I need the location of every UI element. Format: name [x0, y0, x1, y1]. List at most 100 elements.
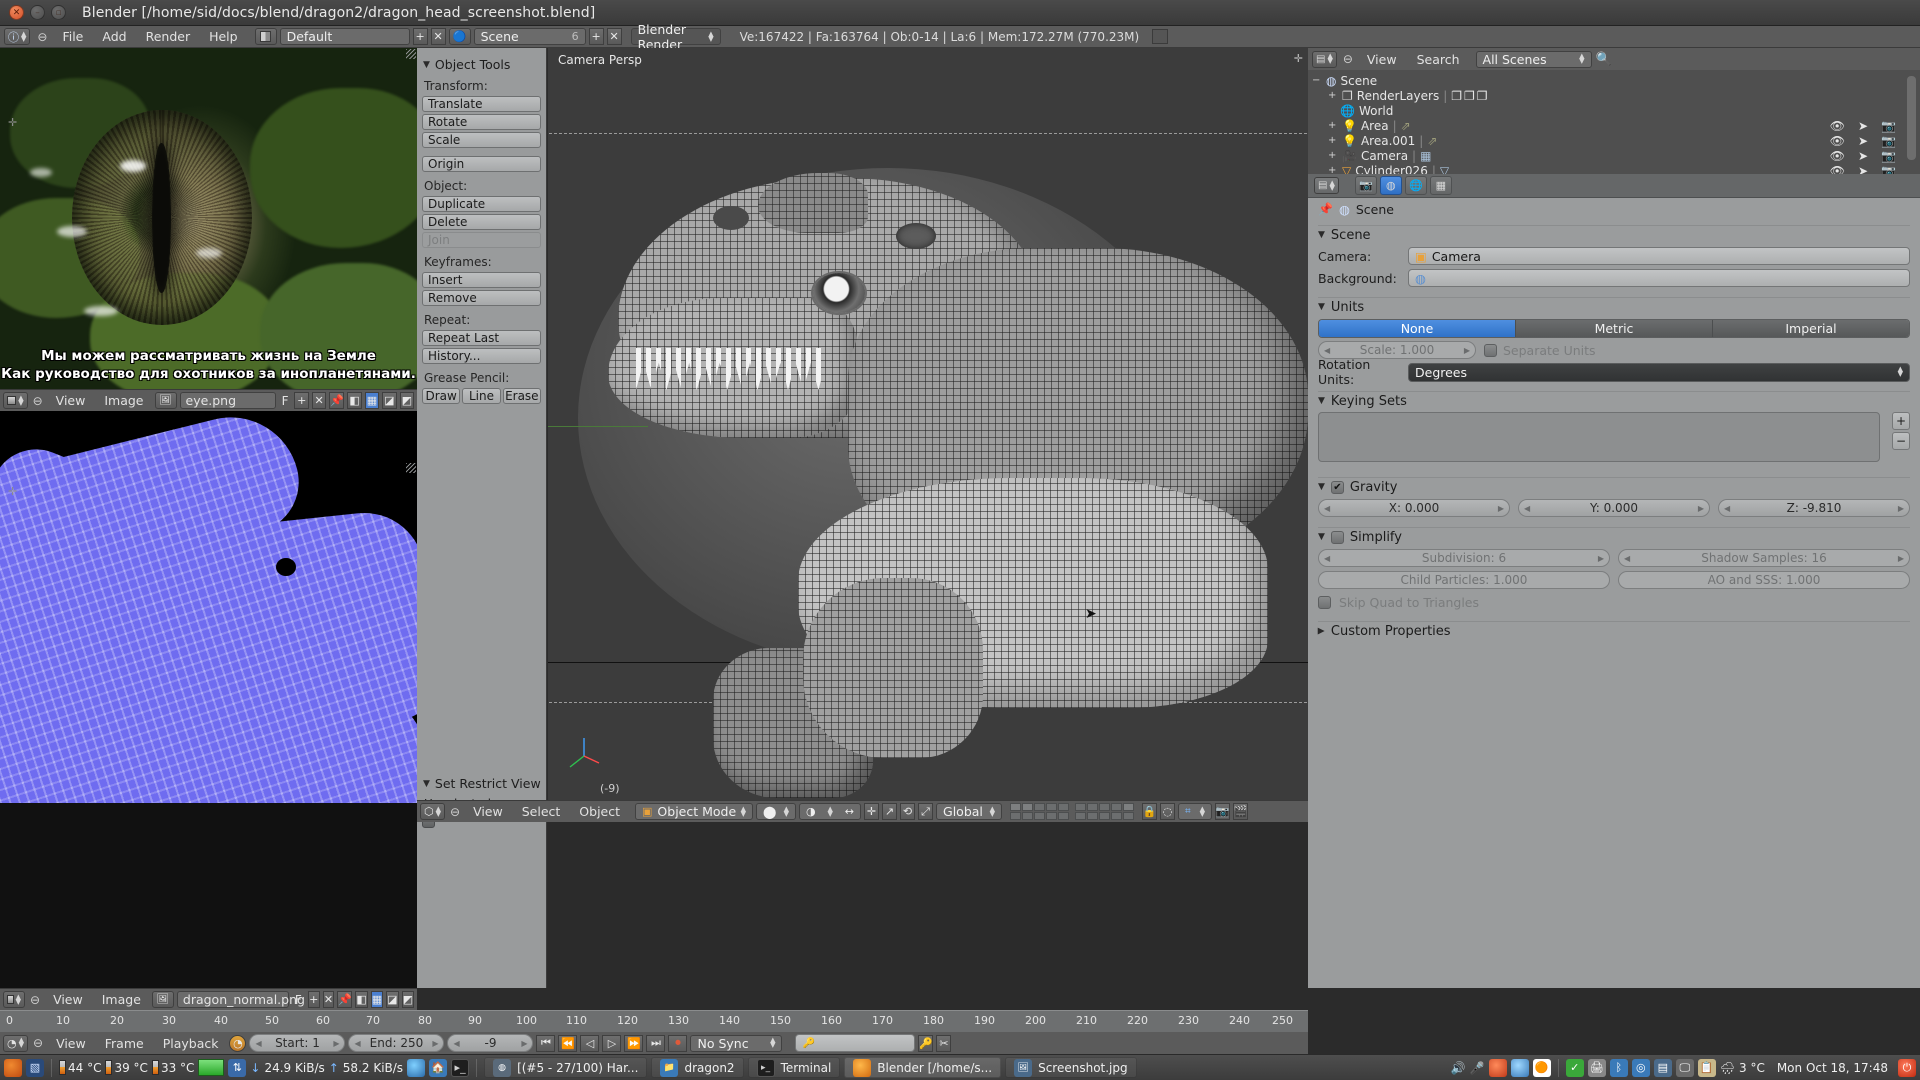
scale-manipulator-icon[interactable]: ⤢ — [918, 803, 934, 820]
units-option-imperial[interactable]: Imperial — [1713, 319, 1909, 337]
restrict-select-icon[interactable]: ➤ — [1858, 134, 1868, 148]
active-keying-set-field[interactable]: 🔑 — [795, 1034, 916, 1052]
tab-render[interactable]: 📷 — [1354, 176, 1377, 195]
expander-icon[interactable]: − — [1312, 75, 1322, 86]
tool-remove-keyframe[interactable]: Remove — [422, 290, 541, 306]
outliner-row-scene[interactable]: − ◍ Scene — [1312, 73, 1920, 88]
menu-help[interactable]: Help — [201, 28, 246, 45]
editor-type-icon-image-bottom[interactable]: ▲ ▼ — [3, 991, 25, 1008]
scene-layers-grid[interactable] — [1010, 803, 1135, 820]
lock-view-icon[interactable]: 🔒 — [1142, 803, 1158, 820]
simplify-checkbox[interactable] — [1330, 530, 1344, 544]
timer-icon[interactable] — [1488, 1058, 1507, 1077]
expander-icon[interactable]: + — [1328, 120, 1338, 131]
3d-viewport[interactable]: Camera Persp ✛ (-9) ➤ — [548, 48, 1308, 800]
units-system-segmented[interactable]: None Metric Imperial — [1318, 318, 1910, 338]
image-name-field-bottom[interactable]: dragon_normal.png — [176, 991, 305, 1008]
menu-add[interactable]: Add — [94, 28, 134, 45]
collapse-header-icon-top[interactable]: ⊖ — [31, 394, 45, 408]
expander-icon[interactable]: + — [1328, 135, 1338, 146]
image-browse-icon-top[interactable]: 🖼 — [154, 392, 177, 409]
clock[interactable]: Mon Oct 18, 17:48 — [1777, 1061, 1888, 1075]
restrict-select-icon[interactable]: ➤ — [1858, 164, 1868, 175]
keying-sets-header[interactable]: ▼ Keying Sets — [1318, 391, 1910, 410]
image-browse-icon-bottom[interactable]: 🖼 — [151, 991, 174, 1008]
editor-type-icon-image-top[interactable]: ▲ ▼ — [3, 392, 28, 409]
window-maximize-icon[interactable]: ▫ — [51, 5, 66, 20]
restrict-panel-header[interactable]: ▼ Set Restrict View — [423, 776, 542, 791]
custom-properties-header[interactable]: ▼ Custom Properties — [1316, 621, 1910, 640]
collapse-header-icon-3dview[interactable]: ⊖ — [448, 805, 462, 819]
image-zoom-handle-bottom[interactable]: ✛ — [8, 485, 17, 498]
timeline-menu-view[interactable]: View — [48, 1035, 94, 1052]
editor-type-selector[interactable]: ⓘ ▲ ▼ — [4, 28, 31, 45]
tool-gp-erase[interactable]: Erase — [502, 388, 541, 404]
tab-texture[interactable]: ▦ — [1429, 176, 1452, 195]
rotation-units-selector[interactable]: Degrees ▲ ▼ — [1408, 362, 1910, 382]
editor-type-icon-3dview[interactable]: ⬡ ▲ ▼ — [420, 803, 445, 820]
collapse-menu-icon[interactable]: ⊖ — [33, 30, 51, 44]
launcher-terminal-icon[interactable]: ▸_ — [451, 1058, 470, 1077]
outliner-menu-search[interactable]: Search — [1409, 51, 1468, 68]
render-engine-selector[interactable]: Blender Render ▲ ▼ — [630, 22, 721, 52]
workspace-switcher-icon[interactable]: ▧ — [26, 1058, 44, 1077]
clipboard-icon[interactable]: 📋 — [1697, 1058, 1716, 1077]
power-icon[interactable]: ⏻ — [1898, 1058, 1916, 1077]
viewport-menu-object[interactable]: Object — [571, 803, 628, 820]
microphone-icon[interactable]: 🎤 — [1470, 1061, 1485, 1075]
keying-sets-list[interactable] — [1318, 412, 1880, 462]
scene-selector[interactable]: Scene 6 — [473, 28, 586, 45]
task-render[interactable]: ◍ [(#5 - 27/100) Har... — [484, 1057, 648, 1078]
window-close-icon[interactable]: ✕ — [9, 5, 24, 20]
volume-icon[interactable]: 🔊 — [1451, 1061, 1466, 1075]
translate-manipulator-icon[interactable]: ↗ — [882, 803, 898, 820]
launcher-files-icon[interactable]: 🏠 — [429, 1058, 448, 1077]
add-scene-button[interactable]: + — [588, 28, 604, 45]
outliner-tree[interactable]: − ◍ Scene + ❐ RenderLayers | ❐❐❐ 🌐 World… — [1308, 70, 1920, 174]
outliner-row-cylinder026[interactable]: + ▽ Cylinder026 | ▽ 👁 ➤ 📷 — [1312, 163, 1920, 175]
render-opengl-image-icon[interactable]: 📷 — [1215, 803, 1231, 820]
skip-quad-checkbox[interactable] — [1318, 595, 1331, 609]
window-minimize-icon[interactable]: – — [30, 5, 45, 20]
interaction-mode-selector[interactable]: ▣ Object Mode ▲ ▼ — [635, 803, 754, 820]
restrict-render-icon[interactable]: 📷 — [1881, 164, 1896, 175]
restrict-view-icon[interactable]: 👁 — [1830, 119, 1845, 133]
editor-type-icon-timeline[interactable]: ◔ ▲ ▼ — [3, 1034, 28, 1052]
play-reverse-icon[interactable]: ◁ — [580, 1034, 600, 1052]
child-particles-slider[interactable]: Child Particles: 1.000 — [1318, 571, 1610, 589]
viewport-corner-widget[interactable]: ✛ — [1294, 52, 1303, 65]
updates-ok-icon[interactable]: ✓ — [1565, 1058, 1584, 1077]
restrict-render-icon[interactable]: 📷 — [1881, 119, 1896, 133]
separate-units-checkbox[interactable] — [1484, 343, 1497, 357]
ao-sss-slider[interactable]: AO and SSS: 1.000 — [1618, 571, 1910, 589]
restrict-view-icon[interactable]: 👁 — [1830, 134, 1845, 148]
auto-keyframe-icon[interactable]: ⏺ — [668, 1034, 688, 1052]
proportional-edit-icon[interactable]: ◌ — [1160, 803, 1176, 820]
units-option-metric[interactable]: Metric — [1516, 319, 1713, 337]
view-channel-bw-top[interactable]: ◩ — [399, 392, 415, 409]
fake-user-button-bottom[interactable]: F — [292, 993, 305, 1007]
tool-rotate[interactable]: Rotate — [422, 114, 541, 130]
camera-field[interactable]: ▣ Camera — [1408, 247, 1910, 265]
viewport-menu-view[interactable]: View — [465, 803, 511, 820]
network-manager-icon[interactable]: ▤ — [1653, 1058, 1672, 1077]
image-top-menu-view[interactable]: View — [48, 392, 94, 409]
task-blender[interactable]: Blender [/home/s... — [844, 1057, 1002, 1078]
render-opengl-anim-icon[interactable]: 🎬 — [1233, 803, 1249, 820]
screen-layout-selector[interactable]: Default — [279, 28, 410, 45]
outliner-display-mode[interactable]: All Scenes ▲ ▼ — [1475, 50, 1592, 68]
delete-screen-button[interactable]: ✕ — [430, 28, 446, 45]
units-option-none[interactable]: None — [1319, 319, 1516, 337]
jump-to-end-icon[interactable]: ⏭ — [646, 1034, 666, 1052]
image-bottom-menu-view[interactable]: View — [45, 991, 91, 1008]
image-editor-normal-canvas[interactable]: ✛ — [0, 411, 417, 803]
image-top-menu-image[interactable]: Image — [96, 392, 151, 409]
tool-origin[interactable]: Origin — [422, 156, 541, 172]
tool-gp-draw[interactable]: Draw — [422, 388, 461, 404]
outliner-menu-view[interactable]: View — [1359, 51, 1405, 68]
launcher-browser-icon[interactable] — [407, 1058, 426, 1077]
collapse-header-icon-outliner[interactable]: ⊖ — [1341, 52, 1355, 66]
scene-section-header[interactable]: ▼ Scene — [1318, 225, 1910, 244]
delete-scene-button[interactable]: ✕ — [606, 28, 622, 45]
timeline-ruler[interactable]: 0 10 20 30 40 50 60 70 80 90 100 110 120… — [0, 1010, 1308, 1032]
